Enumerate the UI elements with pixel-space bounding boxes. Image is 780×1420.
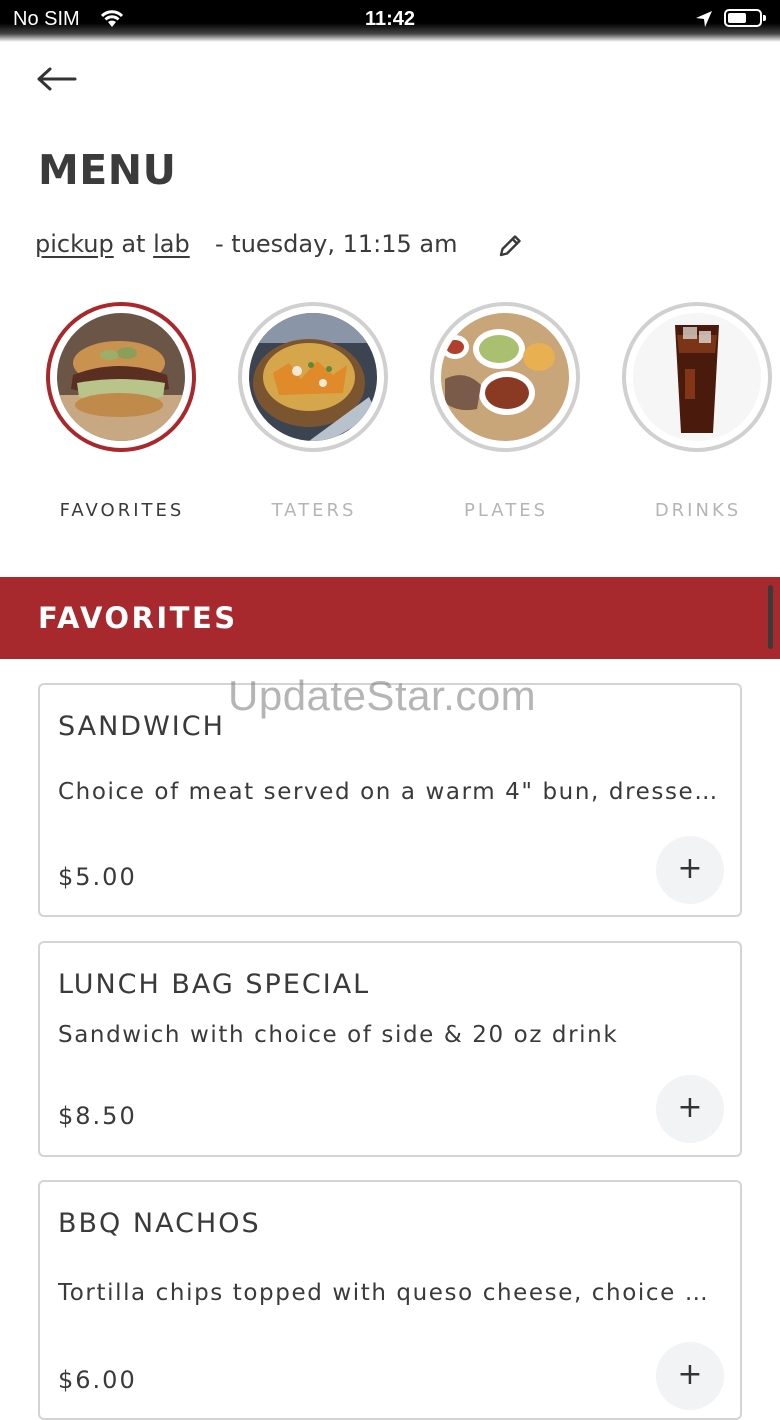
section-title: FAVORITES bbox=[38, 601, 238, 635]
category-label: FAVORITES bbox=[59, 500, 185, 521]
location-arrow-icon bbox=[694, 9, 714, 35]
menu-item-price: $8.50 bbox=[58, 1102, 137, 1130]
order-at-label: at bbox=[121, 230, 146, 258]
menu-item-description: Sandwich with choice of side & 20 oz dri… bbox=[58, 1022, 619, 1048]
menu-item-card[interactable]: BBQ NACHOS Tortilla chips topped with qu… bbox=[38, 1180, 742, 1420]
menu-item-description: Tortilla chips topped with queso cheese,… bbox=[58, 1280, 722, 1306]
scrollbar[interactable] bbox=[768, 585, 773, 649]
add-button[interactable]: + bbox=[656, 836, 724, 904]
arrow-left-icon bbox=[37, 67, 77, 91]
category-drinks[interactable]: DRINKS bbox=[622, 302, 774, 521]
battery-icon bbox=[724, 9, 766, 27]
category-plates[interactable]: PLATES bbox=[430, 302, 582, 521]
pencil-icon[interactable] bbox=[496, 232, 524, 260]
back-button[interactable] bbox=[36, 62, 78, 96]
menu-item-name: SANDWICH bbox=[58, 711, 225, 742]
add-button[interactable]: + bbox=[656, 1342, 724, 1410]
order-mode-link[interactable]: pickup bbox=[35, 230, 114, 258]
category-taters[interactable]: TATERS bbox=[238, 302, 390, 521]
menu-item-description: Choice of meat served on a warm 4" bun, … bbox=[58, 779, 722, 805]
menu-item-price: $5.00 bbox=[58, 863, 137, 891]
category-image-drinks bbox=[622, 302, 772, 452]
add-button[interactable]: + bbox=[656, 1075, 724, 1143]
category-favorites[interactable]: FAVORITES bbox=[46, 302, 198, 521]
menu-item-name: BBQ NACHOS bbox=[58, 1208, 261, 1239]
menu-item-card[interactable]: LUNCH BAG SPECIAL Sandwich with choice o… bbox=[38, 941, 742, 1157]
category-label: DRINKS bbox=[654, 500, 742, 521]
category-label: PLATES bbox=[463, 500, 548, 521]
category-label: TATERS bbox=[271, 500, 357, 521]
category-image-plates bbox=[430, 302, 580, 452]
menu-item-name: LUNCH BAG SPECIAL bbox=[58, 969, 371, 1000]
order-datetime: - tuesday, 11:15 am bbox=[215, 230, 458, 258]
watermark: UpdateStar.com bbox=[228, 672, 537, 719]
order-location-link[interactable]: lab bbox=[153, 230, 190, 258]
menu-item-price: $6.00 bbox=[58, 1366, 137, 1394]
category-image-favorites bbox=[46, 302, 196, 452]
order-info: pickup at lab - tuesday, 11:15 am bbox=[35, 230, 457, 258]
status-bar: No SIM 11:42 bbox=[0, 0, 780, 42]
section-header: FAVORITES bbox=[0, 577, 780, 659]
page-title: MENU bbox=[38, 146, 177, 194]
clock: 11:42 bbox=[364, 8, 416, 30]
category-image-taters bbox=[238, 302, 388, 452]
